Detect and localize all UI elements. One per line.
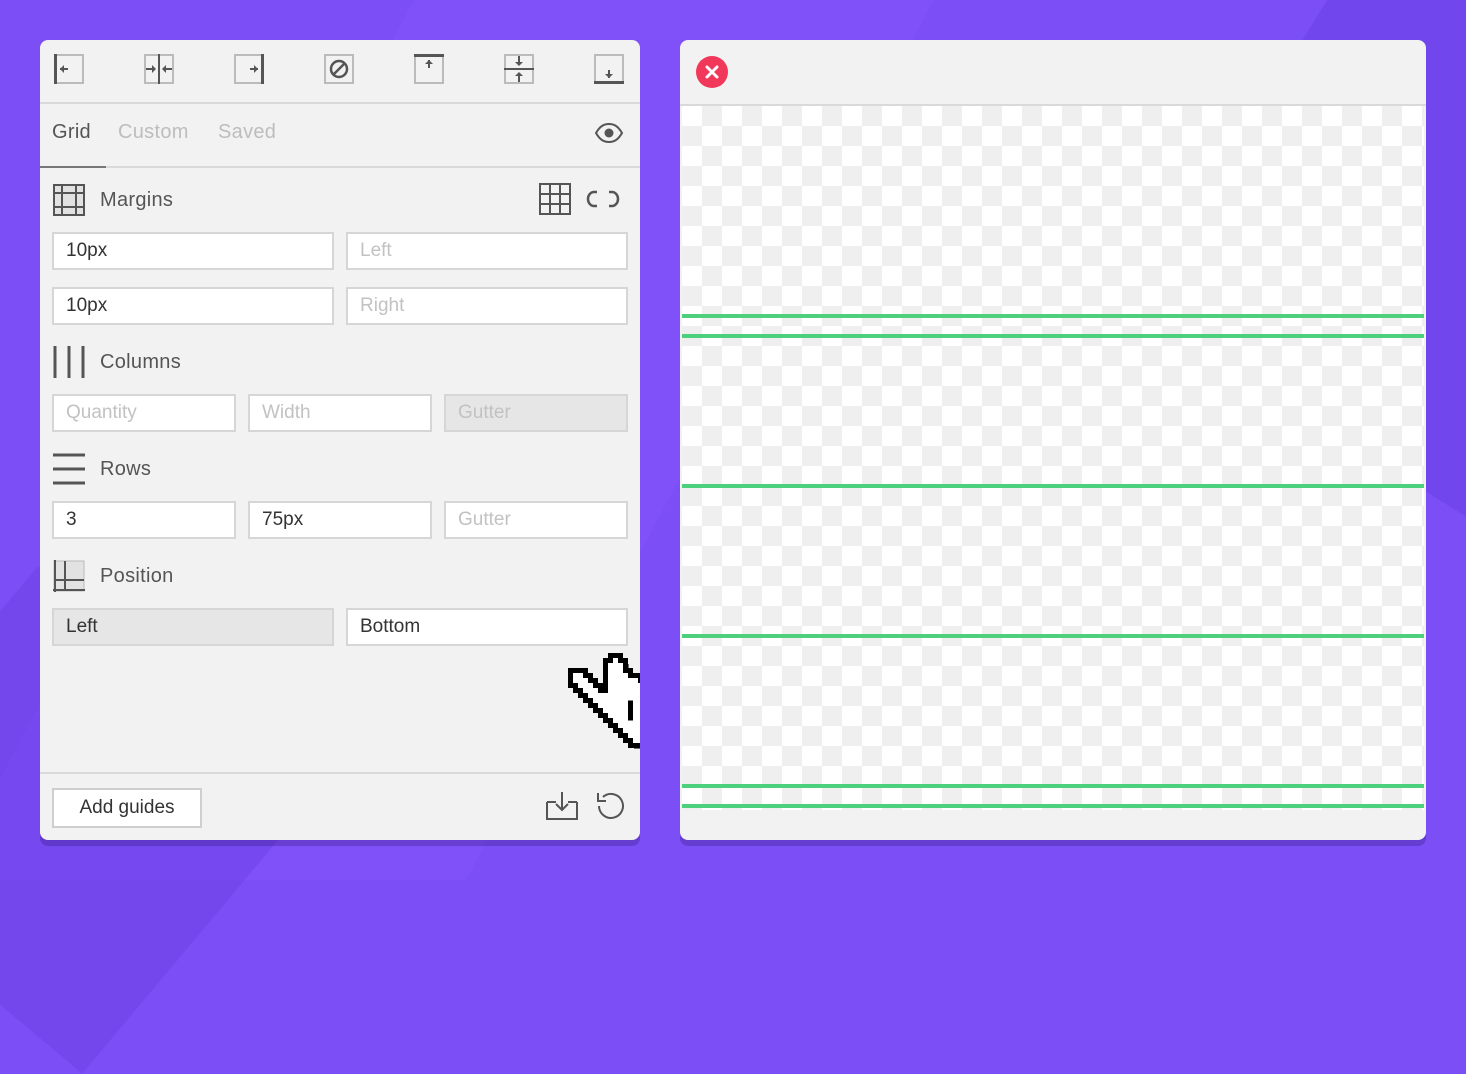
import-icon[interactable] — [544, 790, 580, 822]
preview-window — [680, 40, 1426, 840]
rows-icon — [53, 453, 85, 485]
margin-left-field[interactable]: Left — [346, 232, 628, 270]
clear-guides-icon — [324, 54, 354, 84]
add-guides-button[interactable]: Add guides — [52, 788, 202, 828]
align-vertical-center-icon — [504, 54, 534, 84]
tab-grid[interactable]: Grid — [52, 121, 91, 144]
margins-title: Margins — [100, 188, 174, 211]
guide-line[interactable] — [682, 804, 1424, 808]
tab-custom[interactable]: Custom — [118, 121, 189, 144]
reset-icon[interactable] — [594, 790, 626, 822]
margin-bottom-field[interactable]: 10px — [52, 287, 334, 325]
align-right-edge-button[interactable] — [232, 52, 266, 86]
align-horizontal-center-icon — [144, 54, 174, 84]
columns-header: Columns — [52, 345, 181, 379]
rows-header: Rows — [52, 452, 151, 486]
guide-line[interactable] — [682, 784, 1424, 788]
preview-canvas — [682, 106, 1424, 810]
columns-quantity-field[interactable]: Quantity — [52, 394, 236, 432]
margin-right-field[interactable]: Right — [346, 287, 628, 325]
clear-guides-button[interactable] — [322, 52, 356, 86]
position-icon — [53, 560, 85, 592]
align-vertical-center-button[interactable] — [502, 52, 536, 86]
active-tab-indicator — [40, 166, 106, 168]
close-icon[interactable] — [696, 56, 728, 88]
margins-grid-toggle-icon[interactable] — [538, 182, 572, 216]
tab-bar: Grid Custom Saved — [40, 104, 640, 168]
guide-line[interactable] — [682, 334, 1424, 338]
columns-icon — [53, 346, 85, 378]
rows-title: Rows — [100, 457, 152, 480]
columns-gutter-field[interactable]: Gutter — [444, 394, 628, 432]
guides-panel: Grid Custom Saved Margins 10px Left 10px… — [40, 40, 640, 840]
panel-footer: Add guides — [40, 772, 640, 840]
guide-line[interactable] — [682, 314, 1424, 318]
align-right-edge-icon — [234, 54, 264, 84]
align-top-edge-icon — [414, 54, 444, 84]
preview-titlebar — [680, 40, 1426, 106]
margins-header: Margins — [52, 183, 173, 217]
margin-top-field[interactable]: 10px — [52, 232, 334, 270]
rows-gutter-field[interactable]: Gutter — [444, 501, 628, 539]
alignment-toolbar — [40, 40, 640, 104]
columns-title: Columns — [100, 350, 182, 373]
align-bottom-edge-button[interactable] — [592, 52, 626, 86]
align-top-edge-button[interactable] — [412, 52, 446, 86]
align-left-edge-button[interactable] — [52, 52, 86, 86]
eye-icon[interactable] — [594, 122, 624, 144]
margins-icon — [53, 184, 85, 216]
guide-line[interactable] — [682, 634, 1424, 638]
tab-saved[interactable]: Saved — [218, 121, 276, 144]
align-horizontal-center-button[interactable] — [142, 52, 176, 86]
position-horizontal-select[interactable]: Left — [52, 608, 334, 646]
hand-cursor-icon — [568, 653, 640, 750]
link-margins-icon[interactable] — [586, 188, 620, 210]
position-header: Position — [52, 559, 174, 593]
align-left-edge-icon — [54, 54, 84, 84]
rows-quantity-field[interactable]: 3 — [52, 501, 236, 539]
guide-line[interactable] — [682, 484, 1424, 488]
position-title: Position — [100, 564, 174, 587]
columns-width-field[interactable]: Width — [248, 394, 432, 432]
rows-height-field[interactable]: 75px — [248, 501, 432, 539]
align-bottom-edge-icon — [594, 54, 624, 84]
